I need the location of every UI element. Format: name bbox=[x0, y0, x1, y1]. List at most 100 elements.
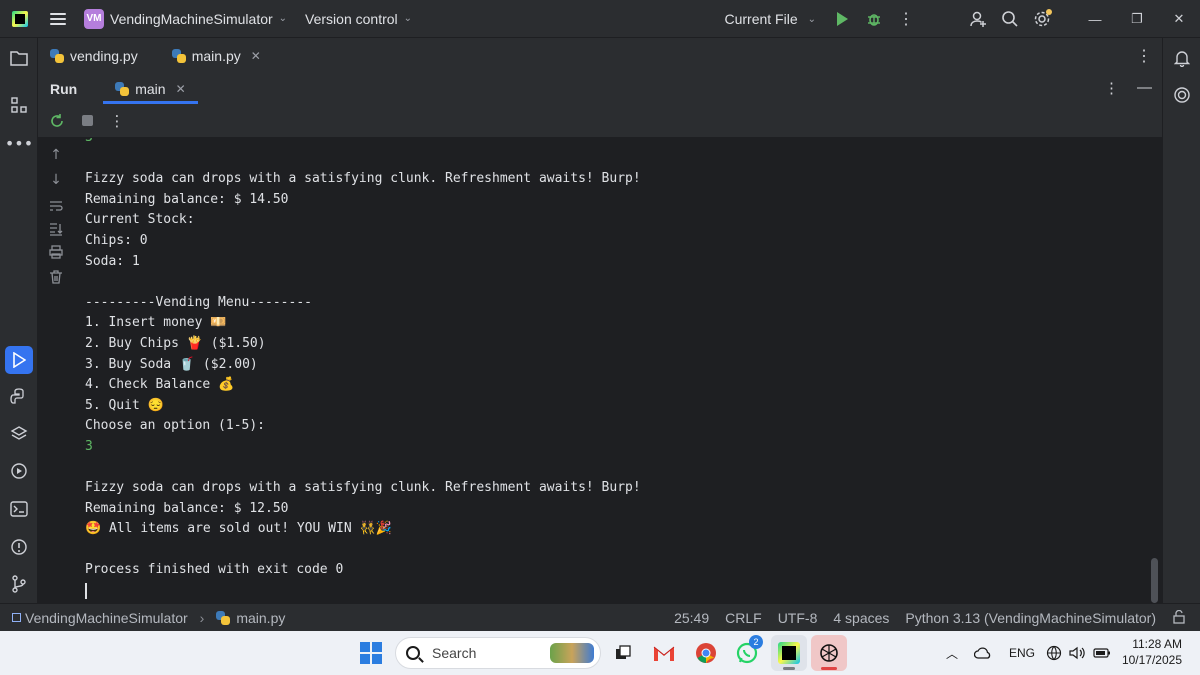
python-file-icon bbox=[115, 82, 130, 96]
tray-overflow-chevron-icon[interactable]: ︿ bbox=[946, 631, 958, 675]
git-branch-icon[interactable] bbox=[0, 569, 38, 599]
run-tool-window-icon[interactable] bbox=[5, 346, 33, 374]
debug-button[interactable] bbox=[858, 0, 890, 38]
chevron-down-icon[interactable]: ⌄ bbox=[808, 14, 816, 25]
read-only-lock-icon[interactable] bbox=[1172, 609, 1186, 627]
console-input-line: 3 bbox=[85, 138, 641, 149]
run-panel-title: Run bbox=[50, 81, 78, 97]
tab-vending-py[interactable]: vending.py bbox=[38, 38, 150, 74]
structure-icon[interactable] bbox=[0, 90, 38, 120]
line-separator[interactable]: CRLF bbox=[725, 610, 762, 626]
scroll-to-end-icon[interactable] bbox=[38, 217, 74, 241]
python-console-icon[interactable] bbox=[0, 382, 38, 412]
volume-icon[interactable] bbox=[1069, 631, 1085, 675]
bug-icon bbox=[868, 14, 880, 26]
python-packages-icon[interactable] bbox=[0, 419, 38, 449]
chrome-icon[interactable] bbox=[688, 635, 724, 671]
pycharm-taskbar-icon[interactable] bbox=[771, 635, 807, 671]
input-language[interactable]: ENG bbox=[1009, 631, 1035, 675]
problems-icon[interactable] bbox=[0, 532, 38, 562]
console-output-line: Remaining balance: $ 14.50 bbox=[85, 191, 289, 207]
close-tab-icon[interactable]: ✕ bbox=[251, 49, 261, 63]
close-run-tab-icon[interactable]: ✕ bbox=[176, 82, 186, 96]
search-placeholder: Search bbox=[432, 645, 477, 661]
breadcrumb-file[interactable]: main.py bbox=[236, 610, 285, 626]
title-bar: VM VendingMachineSimulator ⌄ Version con… bbox=[0, 0, 1200, 38]
breadcrumb-project[interactable]: VendingMachineSimulator bbox=[25, 610, 188, 626]
tab-options-icon[interactable]: ⋮ bbox=[1136, 46, 1152, 66]
scroll-up-arrow-icon[interactable]: ↑ bbox=[38, 143, 74, 167]
battery-icon[interactable] bbox=[1093, 631, 1111, 675]
python-interpreter[interactable]: Python 3.13 (VendingMachineSimulator) bbox=[905, 610, 1156, 626]
scroll-down-arrow-icon[interactable]: ↓ bbox=[38, 168, 74, 192]
console-output-line: Chips: 0 bbox=[85, 232, 148, 248]
run-more-options-icon[interactable]: ⋮ bbox=[102, 104, 132, 138]
right-tool-window-bar bbox=[1162, 38, 1200, 603]
update-dot-icon bbox=[1046, 9, 1052, 15]
system-clock[interactable]: 11:28 AM 10/17/2025 bbox=[1122, 636, 1182, 668]
services-icon[interactable] bbox=[0, 456, 38, 486]
print-icon[interactable] bbox=[38, 240, 74, 264]
console-lines: 3 Fizzy soda can drops with a satisfying … bbox=[85, 138, 641, 602]
hide-panel-icon[interactable]: — bbox=[1137, 79, 1152, 97]
minimize-button[interactable]: — bbox=[1074, 0, 1116, 38]
wifi-icon[interactable] bbox=[1046, 631, 1062, 675]
python-file-icon bbox=[171, 49, 186, 63]
caret-position[interactable]: 25:49 bbox=[674, 610, 709, 626]
close-window-button[interactable]: ✕ bbox=[1158, 0, 1200, 38]
run-config-selector[interactable]: Current File bbox=[724, 11, 797, 27]
tab-main-py[interactable]: main.py ✕ bbox=[160, 38, 273, 74]
console-output-line: Fizzy soda can drops with a satisfying c… bbox=[85, 480, 641, 496]
project-name[interactable]: VendingMachineSimulator bbox=[110, 11, 273, 27]
stop-button[interactable] bbox=[72, 104, 102, 138]
more-actions-icon[interactable]: ⋮ bbox=[890, 0, 922, 38]
chevron-down-icon[interactable]: ⌄ bbox=[404, 13, 412, 24]
chatgpt-icon[interactable] bbox=[811, 635, 847, 671]
console-prompt-line[interactable] bbox=[85, 581, 641, 602]
console-output-line: 🤩 All items are sold out! YOU WIN 👯🎉 bbox=[85, 521, 392, 537]
version-control-menu[interactable]: Version control bbox=[305, 11, 398, 27]
windows-start-icon[interactable] bbox=[360, 642, 382, 664]
pycharm-logo-icon[interactable] bbox=[12, 10, 28, 27]
notifications-bell-icon[interactable] bbox=[1163, 43, 1200, 73]
settings-gear-icon[interactable] bbox=[1026, 0, 1058, 38]
breadcrumb-chevron-icon: › bbox=[199, 609, 205, 626]
restore-button[interactable]: ❐ bbox=[1116, 0, 1158, 38]
project-badge[interactable]: VM bbox=[84, 8, 104, 29]
rerun-button[interactable] bbox=[42, 104, 72, 138]
search-icon[interactable] bbox=[994, 0, 1026, 38]
network-cloud-icon[interactable] bbox=[974, 631, 992, 675]
console-output-line: ---------Vending Menu-------- bbox=[85, 294, 312, 310]
vertical-scrollbar[interactable] bbox=[1151, 558, 1158, 603]
rerun-icon bbox=[51, 113, 63, 127]
ai-assistant-icon[interactable] bbox=[1163, 80, 1200, 110]
add-user-icon[interactable] bbox=[962, 0, 994, 38]
console-output-line: Choose an option (1-5): bbox=[85, 418, 266, 434]
python-file-icon bbox=[216, 610, 231, 625]
run-tab-main[interactable]: main ✕ bbox=[103, 74, 199, 104]
console-gutter: ↑ ↓ bbox=[38, 138, 74, 603]
terminal-icon[interactable] bbox=[0, 494, 38, 524]
taskbar-search-box[interactable]: Search bbox=[395, 637, 601, 669]
search-highlight-image bbox=[550, 643, 594, 663]
soft-wrap-icon[interactable] bbox=[38, 194, 74, 218]
main-menu-icon[interactable] bbox=[50, 12, 66, 25]
run-button[interactable] bbox=[826, 0, 858, 38]
console-output-line: 5. Quit 😔 bbox=[85, 397, 164, 413]
whatsapp-icon[interactable]: 2 bbox=[729, 635, 765, 671]
project-folder-icon[interactable] bbox=[0, 43, 38, 73]
task-view-icon[interactable] bbox=[605, 635, 641, 671]
more-tool-windows-icon[interactable]: ••• bbox=[0, 128, 38, 158]
chevron-down-icon[interactable]: ⌄ bbox=[279, 13, 287, 24]
run-panel-options-icon[interactable]: ⋮ bbox=[1104, 79, 1119, 97]
clear-trash-icon[interactable] bbox=[38, 265, 74, 289]
file-encoding[interactable]: UTF-8 bbox=[778, 610, 818, 626]
gmail-icon[interactable] bbox=[646, 635, 682, 671]
indent-setting[interactable]: 4 spaces bbox=[833, 610, 889, 626]
console-output[interactable]: 3 Fizzy soda can drops with a satisfying … bbox=[74, 138, 1162, 603]
console-output-line: Fizzy soda can drops with a satisfying c… bbox=[85, 171, 641, 187]
